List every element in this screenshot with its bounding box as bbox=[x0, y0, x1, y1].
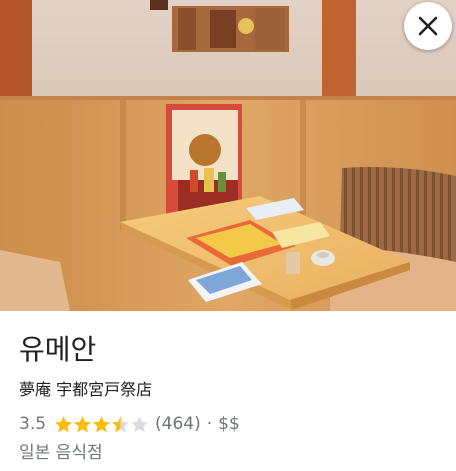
restaurant-interior-image bbox=[0, 0, 456, 311]
review-count[interactable]: (464) bbox=[155, 413, 201, 435]
rating-stars bbox=[54, 415, 149, 434]
close-icon bbox=[418, 16, 438, 36]
close-button[interactable] bbox=[404, 2, 452, 50]
place-original-name: 夢庵 宇都宮戸祭店 bbox=[19, 380, 153, 399]
rating-value: 3.5 bbox=[19, 414, 47, 434]
place-info-panel: 유메안 夢庵 宇都宮戸祭店 3.5 (464) · $$ 일본 음식점 bbox=[0, 311, 456, 471]
price-level: $$ bbox=[218, 414, 240, 434]
rating-row[interactable]: 3.5 (464) · $$ bbox=[19, 413, 240, 435]
star-icon bbox=[74, 415, 91, 432]
star-icon bbox=[131, 415, 148, 432]
star-icon bbox=[55, 415, 72, 432]
place-title: 유메안 bbox=[19, 333, 97, 366]
separator-dot: · bbox=[206, 414, 213, 434]
star-icon bbox=[93, 415, 110, 432]
star-icon bbox=[112, 415, 129, 432]
place-category: 일본 음식점 bbox=[19, 443, 103, 463]
place-photo[interactable] bbox=[0, 0, 456, 311]
